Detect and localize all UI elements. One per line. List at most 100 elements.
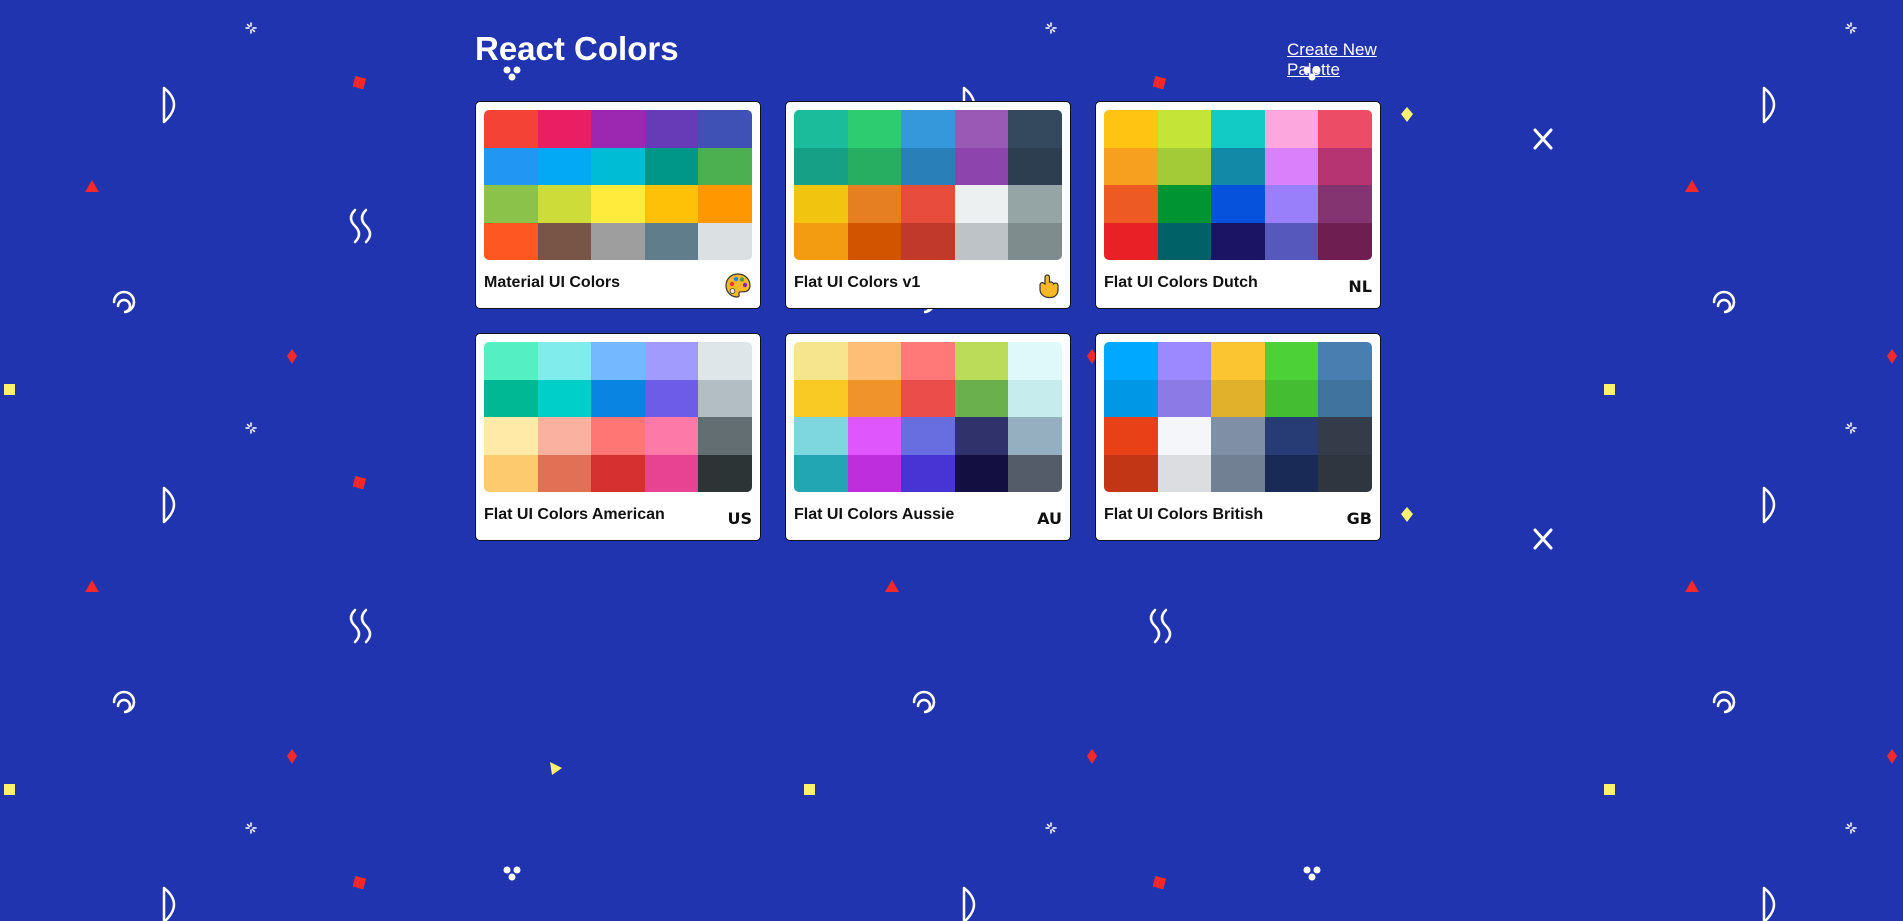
color-swatch (1318, 185, 1372, 223)
color-swatch (901, 417, 955, 455)
palette-swatch-grid (794, 342, 1062, 492)
color-swatch (1104, 379, 1158, 417)
color-swatch (591, 185, 645, 223)
color-swatch (1264, 147, 1319, 185)
color-swatch (794, 185, 848, 223)
palette-swatch-grid (484, 110, 752, 260)
color-swatch (794, 110, 848, 148)
color-swatch (794, 454, 848, 492)
color-swatch (644, 342, 699, 380)
color-swatch (1104, 222, 1158, 260)
palette-card[interactable]: Flat UI Colors Dutch NL (1095, 101, 1381, 309)
header-nav: React Colors Create New Palette (475, 0, 1430, 100)
color-swatch (901, 185, 955, 223)
color-swatch (1318, 417, 1372, 455)
color-swatch (644, 110, 699, 148)
color-swatch (954, 147, 1009, 185)
palette-swatch-grid (1104, 110, 1372, 260)
color-swatch (794, 342, 848, 380)
color-swatch (1008, 185, 1062, 223)
color-swatch (847, 222, 902, 260)
color-swatch (954, 222, 1009, 260)
color-swatch (1211, 110, 1265, 148)
color-swatch (954, 185, 1009, 223)
color-swatch (847, 110, 902, 148)
color-swatch (591, 342, 645, 380)
color-swatch (1211, 222, 1265, 260)
palette-swatch-grid (1104, 342, 1372, 492)
color-swatch (644, 379, 699, 417)
color-swatch (954, 342, 1009, 380)
color-swatch (537, 342, 592, 380)
color-swatch (1211, 454, 1265, 492)
color-swatch (1157, 454, 1212, 492)
palette-swatch-grid (794, 110, 1062, 260)
color-swatch (484, 222, 538, 260)
color-swatch (1008, 147, 1062, 185)
create-new-palette-link[interactable]: Create New Palette (1287, 40, 1430, 80)
color-swatch (901, 379, 955, 417)
color-swatch (847, 417, 902, 455)
color-swatch (1157, 222, 1212, 260)
color-swatch (1104, 454, 1158, 492)
color-swatch (591, 379, 645, 417)
color-swatch (537, 454, 592, 492)
color-swatch (1264, 417, 1319, 455)
color-swatch (1211, 379, 1265, 417)
color-swatch (794, 222, 848, 260)
color-swatch (1008, 110, 1062, 148)
color-swatch (698, 147, 752, 185)
palette-card[interactable]: Flat UI Colors American US (475, 333, 761, 541)
palette-card[interactable]: Material UI Colors (475, 101, 761, 309)
color-swatch (644, 417, 699, 455)
color-swatch (484, 110, 538, 148)
color-swatch (1008, 379, 1062, 417)
color-swatch (698, 185, 752, 223)
palette-card[interactable]: Flat UI Colors British GB (1095, 333, 1381, 541)
palette-name: Flat UI Colors British (1104, 506, 1264, 523)
palette-card[interactable]: Flat UI Colors Aussie AU (785, 333, 1071, 541)
color-swatch (847, 379, 902, 417)
color-swatch (1264, 342, 1319, 380)
color-swatch (1008, 222, 1062, 260)
color-swatch (1211, 417, 1265, 455)
palette-icon (722, 272, 752, 302)
color-swatch (537, 417, 592, 455)
color-swatch (1157, 185, 1212, 223)
color-swatch (484, 342, 538, 380)
color-swatch (1264, 379, 1319, 417)
color-swatch (954, 379, 1009, 417)
color-swatch (954, 417, 1009, 455)
color-swatch (1211, 147, 1265, 185)
color-swatch (901, 222, 955, 260)
color-swatch (537, 222, 592, 260)
color-swatch (1318, 379, 1372, 417)
color-swatch (794, 147, 848, 185)
color-swatch (537, 110, 592, 148)
palette-card[interactable]: Flat UI Colors v1 (785, 101, 1071, 309)
color-swatch (484, 147, 538, 185)
color-swatch (901, 342, 955, 380)
flag-code: US (727, 509, 752, 528)
color-swatch (591, 222, 645, 260)
app-container: React Colors Create New Palette Material… (475, 0, 1430, 541)
color-swatch (591, 147, 645, 185)
palette-name: Material UI Colors (484, 274, 621, 291)
color-swatch (794, 417, 848, 455)
palette-swatch-grid (484, 342, 752, 492)
color-swatch (644, 222, 699, 260)
color-swatch (1318, 110, 1372, 148)
color-swatch (1318, 342, 1372, 380)
color-swatch (698, 379, 752, 417)
color-swatch (644, 147, 699, 185)
color-swatch (1157, 110, 1212, 148)
app-title: React Colors (475, 30, 679, 67)
color-swatch (591, 454, 645, 492)
color-swatch (847, 147, 902, 185)
color-swatch (698, 417, 752, 455)
color-swatch (1008, 342, 1062, 380)
color-swatch (1104, 417, 1158, 455)
color-swatch (1264, 185, 1319, 223)
color-swatch (644, 454, 699, 492)
color-swatch (698, 222, 752, 260)
